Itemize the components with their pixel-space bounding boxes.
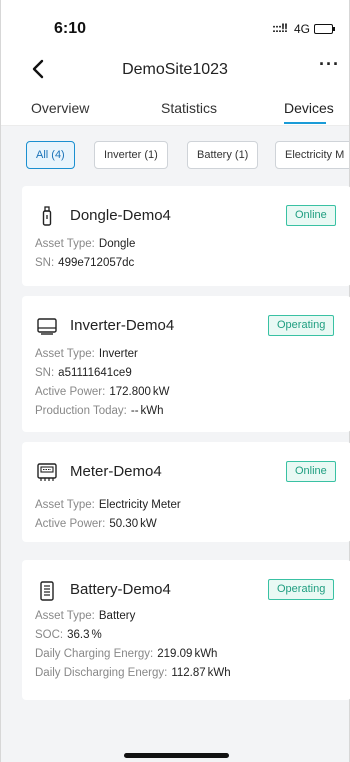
detail-label: Asset Type: [35, 499, 95, 511]
detail-value: 36.3 [67, 629, 90, 641]
device-detail-row: Asset Type: Electricity Meter [35, 499, 181, 511]
detail-value: -- [130, 405, 139, 417]
device-detail-row: SOC: 36.3% [35, 629, 102, 641]
status-badge: Operating [268, 579, 335, 600]
detail-unit: % [91, 629, 102, 641]
tab-overview[interactable]: Overview [31, 100, 89, 116]
detail-unit: kWh [207, 667, 231, 679]
home-indicator[interactable] [124, 753, 229, 758]
device-detail-row: Daily Discharging Energy: 112.87 kWh [35, 667, 231, 679]
filter-chip-battery[interactable]: Battery (1) [187, 141, 259, 169]
active-tab-indicator [284, 122, 326, 124]
device-detail-row: Asset Type: Inverter [35, 348, 138, 360]
status-time: 6:10 [54, 20, 87, 37]
detail-label: Active Power: [35, 518, 106, 530]
detail-value: Dongle [98, 238, 136, 250]
nav-bar: DemoSite1023 ··· [1, 50, 349, 90]
status-badge: Online [286, 461, 336, 482]
device-card-dongle[interactable]: Dongle-Demo4 Online Asset Type: Dongle SN… [22, 186, 350, 286]
detail-value: a51111641ce9 [58, 367, 132, 379]
detail-value: 50.30 [109, 518, 139, 530]
detail-value: Inverter [98, 348, 138, 360]
detail-value: 112.87 [171, 667, 206, 679]
page-title: DemoSite1023 [122, 61, 228, 78]
device-detail-row: Asset Type: Battery [35, 610, 135, 622]
device-card-battery[interactable]: Battery-Demo4 Operating Asset Type: Batte… [22, 560, 350, 700]
detail-unit: kWh [194, 648, 218, 660]
dongle-icon [35, 204, 59, 228]
filter-chip-inverter[interactable]: Inverter (1) [94, 141, 168, 169]
device-detail-row: SN: a51111641ce9 [35, 367, 132, 379]
detail-label: Daily Charging Energy: [35, 648, 154, 660]
detail-label: Production Today: [35, 405, 127, 417]
battery-icon [35, 578, 59, 602]
signal-icon: :::!! [272, 21, 288, 35]
app-frame: 6:10 :::!! 4G DemoSite1023 ··· Overview … [0, 0, 350, 762]
device-card-meter[interactable]: Meter-Demo4 Online Asset Type: Electricit… [22, 442, 350, 542]
detail-value: Electricity Meter [98, 499, 181, 511]
filter-bar: All (4) Inverter (1) Battery (1) Electri… [1, 127, 349, 183]
device-detail-row: SN: 499e712057dc [35, 257, 134, 269]
detail-label: SOC: [35, 629, 64, 641]
detail-label: Asset Type: [35, 610, 95, 622]
status-badge: Operating [268, 315, 335, 336]
detail-value: 499e712057dc [58, 257, 135, 269]
detail-unit: kW [152, 386, 170, 398]
detail-label: Asset Type: [35, 348, 95, 360]
tab-devices[interactable]: Devices [284, 100, 334, 116]
device-detail-row: Daily Charging Energy: 219.09 kWh [35, 648, 217, 660]
device-detail-row: Active Power: 50.30 kW [35, 518, 157, 530]
inverter-icon [35, 314, 59, 338]
device-detail-row: Asset Type: Dongle [35, 238, 135, 250]
device-detail-row: Production Today: -- kWh [35, 405, 164, 417]
device-name: Battery-Demo4 [70, 581, 171, 598]
device-card-inverter[interactable]: Inverter-Demo4 Operating Asset Type: Inve… [22, 296, 350, 432]
network-label: 4G [294, 22, 311, 36]
detail-unit: kWh [140, 405, 164, 417]
battery-status-icon [314, 24, 335, 34]
device-name: Inverter-Demo4 [70, 317, 175, 334]
detail-value: 219.09 [157, 648, 193, 660]
filter-chip-all[interactable]: All (4) [26, 141, 75, 169]
device-name: Dongle-Demo4 [70, 207, 171, 224]
more-options-icon[interactable]: ··· [319, 54, 340, 75]
detail-unit: kW [140, 518, 157, 530]
detail-label: Asset Type: [35, 238, 95, 250]
detail-value: 172.800 [109, 386, 151, 398]
detail-label: Daily Discharging Energy: [35, 667, 168, 679]
filter-chip-electricity-meter[interactable]: Electricity M [275, 141, 349, 169]
meter-icon [35, 460, 59, 484]
status-badge: Online [286, 205, 336, 226]
status-bar: 6:10 :::!! 4G [1, 0, 349, 50]
detail-value: Battery [98, 610, 136, 622]
tab-bar: Overview Statistics Devices [1, 90, 349, 126]
device-name: Meter-Demo4 [70, 463, 162, 480]
detail-label: Active Power: [35, 386, 106, 398]
device-detail-row: Active Power: 172.800 kW [35, 386, 170, 398]
detail-label: SN: [35, 257, 55, 269]
detail-label: SN: [35, 367, 55, 379]
tab-statistics[interactable]: Statistics [161, 100, 217, 116]
